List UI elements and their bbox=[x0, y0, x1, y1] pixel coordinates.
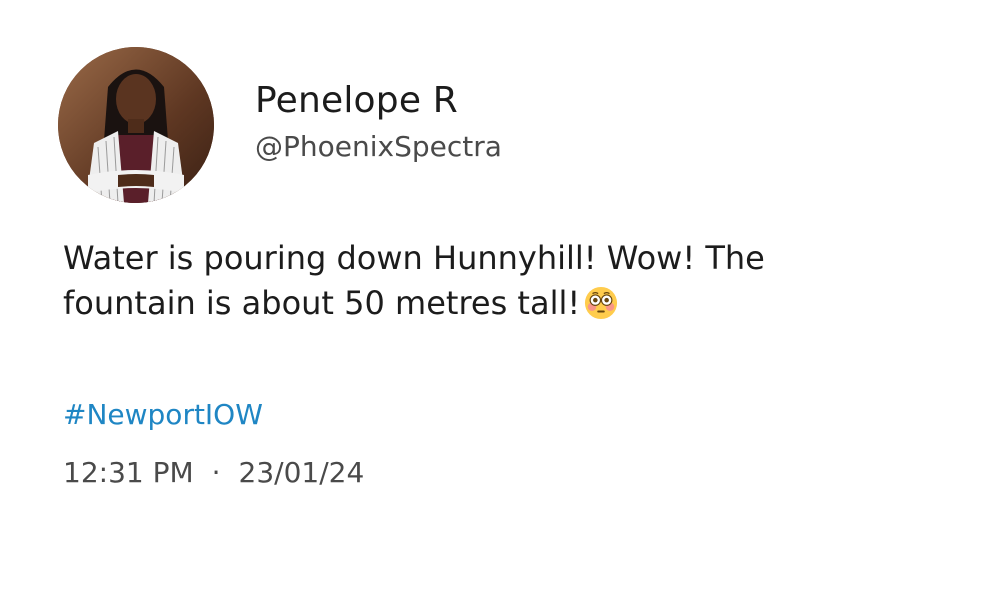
tweet-time[interactable]: 12:31 PM bbox=[63, 456, 194, 489]
tweet-date[interactable]: 23/01/24 bbox=[239, 456, 365, 489]
profile-photo-icon bbox=[58, 47, 214, 203]
tweet-text-line-2-wrapper: fountain is about 50 metres tall! bbox=[63, 281, 923, 326]
tweet-meta: 12:31 PM · 23/01/24 bbox=[63, 456, 364, 489]
tweet-text: Water is pouring down Hunnyhill! Wow! Th… bbox=[63, 236, 923, 326]
hashtag-link[interactable]: #NewportIOW bbox=[63, 398, 263, 431]
tweet-text-line-2: fountain is about 50 metres tall! bbox=[63, 284, 581, 322]
flushed-face-emoji-icon bbox=[585, 286, 618, 320]
user-handle[interactable]: @PhoenixSpectra bbox=[255, 130, 502, 163]
tweet-text-line-1: Water is pouring down Hunnyhill! Wow! Th… bbox=[63, 239, 765, 277]
meta-separator: · bbox=[211, 456, 221, 489]
display-name[interactable]: Penelope R bbox=[255, 80, 458, 121]
avatar[interactable] bbox=[58, 47, 214, 203]
